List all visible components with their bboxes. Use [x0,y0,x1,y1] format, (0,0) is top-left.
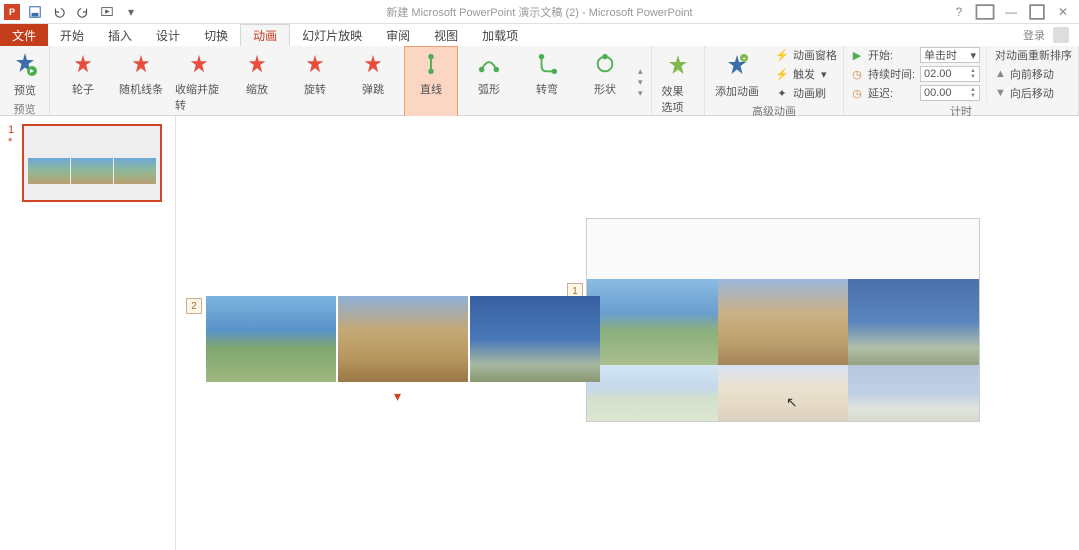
tab-transitions[interactable]: 切换 [192,24,240,46]
animation-painter-button[interactable]: ✦动画刷 [775,84,837,102]
duration-input[interactable]: 02.00▲▼ [920,66,980,82]
slide-canvas[interactable]: 1 2 ▾ ↖ [176,116,1079,550]
ribbon-options-icon[interactable] [973,2,997,22]
anim-bounce[interactable]: 弹跳 [346,46,400,118]
delay-label: 延迟: [868,85,916,101]
duration-icon: ◷ [850,68,864,81]
tab-design[interactable]: 设计 [144,24,192,46]
gallery-more-icon[interactable]: ▴▾▾ [636,46,645,118]
anim-turn[interactable]: 转弯 [520,46,574,118]
tab-view[interactable]: 视图 [422,24,470,46]
window-title: 新建 Microsoft PowerPoint 演示文稿 (2) - Micro… [386,4,692,20]
slide-panel[interactable]: 1 * [0,116,176,550]
slide-indicator: * [8,136,18,148]
path-end-marker-icon: ▾ [394,388,401,405]
ribbon-tabs: 文件 开始 插入 设计 切换 动画 幻灯片放映 审阅 视图 加载项 登录 [0,24,1079,46]
minimize-icon[interactable]: ― [999,2,1023,22]
workspace: 1 * 1 2 [0,116,1079,550]
undo-icon[interactable] [50,3,68,21]
effect-options-button[interactable]: 效果选项 [651,46,704,118]
slide-thumbnail[interactable]: 1 * [8,124,167,202]
painter-icon: ✦ [775,86,789,100]
slide-image-3[interactable] [470,296,600,382]
login-link[interactable]: 登录 [1023,27,1045,43]
anim-arc[interactable]: 弧形 [462,46,516,118]
cursor-icon: ↖ [786,394,798,411]
svg-text:+: + [742,56,746,63]
help-icon[interactable]: ? [947,2,971,22]
trigger-icon: ⚡ [775,67,789,81]
anim-grow-turn[interactable]: 收缩并旋转 [172,46,226,118]
duration-label: 持续时间: [868,66,916,82]
delay-input[interactable]: 00.00▲▼ [920,85,980,101]
tab-slideshow[interactable]: 幻灯片放映 [290,24,374,46]
tab-animations[interactable]: 动画 [240,24,290,46]
start-label: 开始: [868,47,916,63]
trigger-button[interactable]: ⚡触发▾ [775,65,837,83]
anim-random-bars[interactable]: 随机线条 [114,46,168,118]
slide-image-1[interactable] [206,296,336,382]
tab-home[interactable]: 开始 [48,24,96,46]
close-icon[interactable]: ✕ [1051,2,1075,22]
preview-label: 预览 [14,82,36,98]
animation-preview-ghost: 1 [586,218,980,422]
slideshow-icon[interactable] [98,3,116,21]
thumbnail-image[interactable] [22,124,162,202]
slide-image-2[interactable] [338,296,468,382]
add-animation-label: 添加动画 [715,83,759,99]
reorder-label: 对动画重新排序 [995,46,1072,64]
tab-file[interactable]: 文件 [0,24,48,46]
app-icon: P [4,4,20,20]
tab-review[interactable]: 审阅 [374,24,422,46]
move-earlier-button[interactable]: ▲向前移动 [995,65,1072,83]
user-icon[interactable] [1053,27,1069,43]
anim-swivel[interactable]: 旋转 [288,46,342,118]
anim-wheel[interactable]: 轮子 [56,46,110,118]
ribbon: 预览 预览 轮子 随机线条 收缩并旋转 缩放 旋转 弹跳 直线 弧形 转弯 形状… [0,46,1079,116]
animation-pane-button[interactable]: ⚡动画窗格 [775,46,837,64]
move-later-button[interactable]: ▼向后移动 [995,84,1072,102]
tab-addins[interactable]: 加载项 [470,24,530,46]
anim-zoom[interactable]: 缩放 [230,46,284,118]
start-dropdown[interactable]: 单击时▾ [920,47,980,63]
anim-line[interactable]: 直线 [404,46,458,118]
effect-options-label: 效果选项 [662,83,694,115]
anim-shape[interactable]: 形状 [578,46,632,118]
animation-order-badge-2[interactable]: 2 [186,298,202,314]
qat: P ▾ [0,3,140,21]
preview-button[interactable]: 预览 [0,46,50,100]
save-icon[interactable] [26,3,44,21]
slide-number: 1 [8,124,18,136]
qat-dropdown-icon[interactable]: ▾ [122,3,140,21]
tab-insert[interactable]: 插入 [96,24,144,46]
maximize-icon[interactable] [1025,2,1049,22]
pane-icon: ⚡ [775,48,789,62]
add-animation-button[interactable]: + 添加动画 [705,46,769,102]
start-icon: ▶ [850,49,864,62]
delay-icon: ◷ [850,87,864,100]
window-controls: ? ― ✕ [947,2,1075,22]
slide-content[interactable]: 2 [186,296,600,382]
title-bar: P ▾ 新建 Microsoft PowerPoint 演示文稿 (2) - M… [0,0,1079,24]
animation-gallery[interactable]: 轮子 随机线条 收缩并旋转 缩放 旋转 弹跳 直线 弧形 转弯 形状 ▴▾▾ [50,46,651,118]
redo-icon[interactable] [74,3,92,21]
